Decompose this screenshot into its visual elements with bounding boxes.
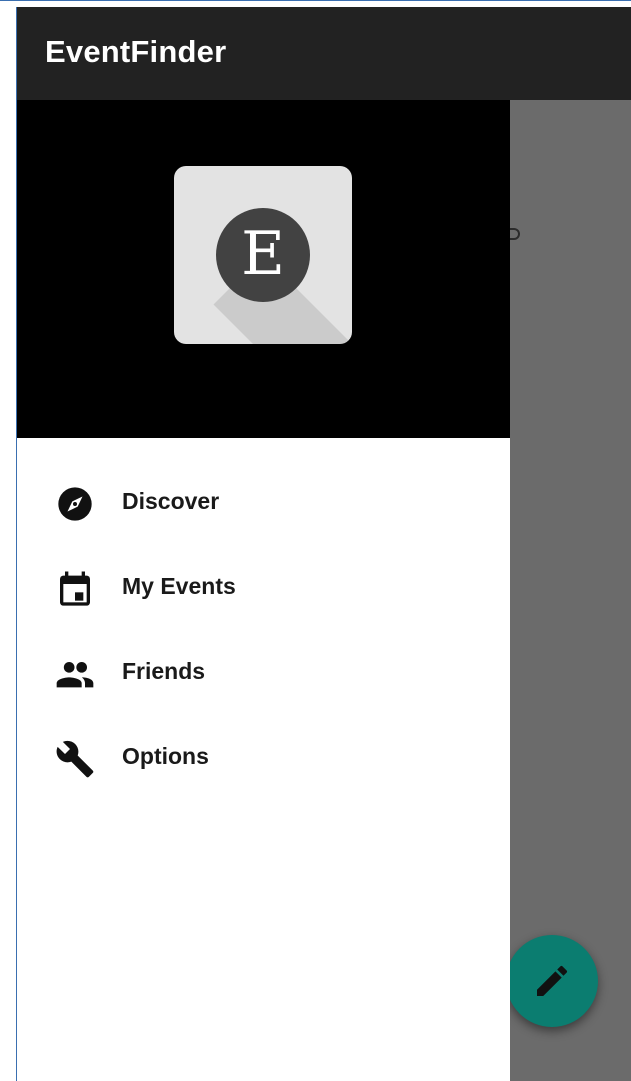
- app-screen: EventFinder E Discover My Events Friends…: [17, 7, 631, 1081]
- menu-item-label: Friends: [122, 658, 206, 684]
- calendar-icon: [60, 571, 90, 606]
- people-icon: [56, 662, 94, 688]
- pencil-icon: [537, 965, 568, 996]
- compass-icon: [58, 487, 92, 521]
- menu-item-label: Options: [122, 743, 209, 769]
- drawer-header: E: [17, 100, 510, 438]
- wrench-icon: [56, 740, 94, 778]
- app-title: EventFinder: [45, 34, 227, 69]
- compose-fab[interactable]: [506, 935, 598, 1027]
- menu-item-label: My Events: [122, 573, 236, 599]
- menu-item-friends[interactable]: Friends: [17, 624, 510, 709]
- menu-item-discover[interactable]: Discover: [17, 454, 510, 539]
- menu-item-options[interactable]: Options: [17, 709, 510, 794]
- window-top-edge: [0, 0, 631, 1]
- app-bar: EventFinder: [17, 7, 631, 100]
- logo-letter: E: [241, 219, 285, 289]
- logo-circle: E: [216, 208, 310, 302]
- menu-item-my-events[interactable]: My Events: [17, 539, 510, 624]
- menu-item-label: Discover: [122, 488, 220, 514]
- navigation-drawer: E Discover My Events Friends Options: [17, 100, 510, 1081]
- drawer-menu: Discover My Events Friends Options: [17, 454, 510, 794]
- app-logo: E: [174, 166, 352, 344]
